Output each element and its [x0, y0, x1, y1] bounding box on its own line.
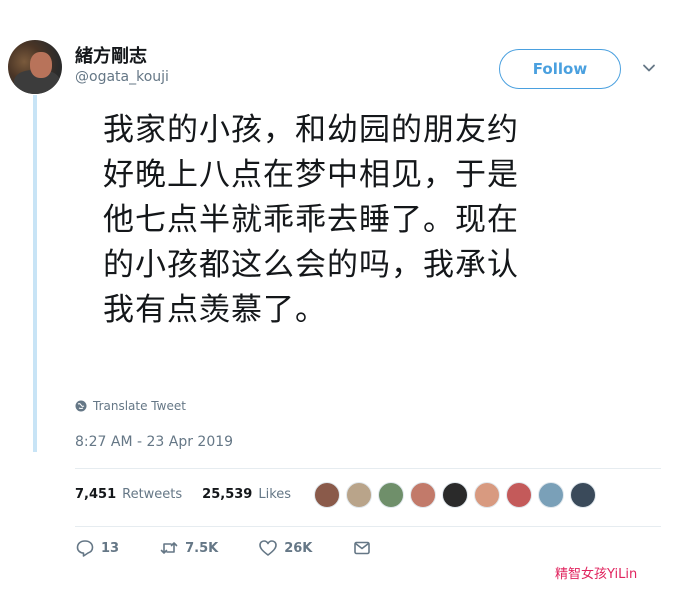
direct-message-button[interactable]: [352, 538, 372, 558]
thread-line: [33, 95, 37, 452]
tweet-text: 我家的小孩，和幼园的朋友约 好晚上八点在梦中相见，于是 他七点半就乖乖去睡了。现…: [103, 108, 593, 333]
retweet-count: 7.5K: [185, 540, 219, 556]
divider: [75, 526, 661, 527]
liker-avatar[interactable]: [378, 482, 404, 508]
tweet-line: 他七点半就乖乖去睡了。现在: [103, 202, 519, 238]
liker-avatar[interactable]: [538, 482, 564, 508]
liker-avatar[interactable]: [474, 482, 500, 508]
tweet-line: 好晚上八点在梦中相见，于是: [103, 157, 519, 193]
liker-avatar[interactable]: [442, 482, 468, 508]
likes-label[interactable]: Likes: [258, 487, 291, 502]
tweet-card: 緒方剛志 @ogata_kouji Follow 我家的小孩，和幼园的朋友约 好…: [0, 0, 690, 589]
like-button[interactable]: 26K: [258, 538, 312, 558]
tweet-line: 我有点羡慕了。: [103, 292, 327, 328]
reply-icon: [76, 540, 94, 557]
translate-label[interactable]: Translate Tweet: [93, 399, 186, 413]
retweet-icon: [160, 542, 178, 554]
heart-icon: [259, 540, 278, 556]
reply-button[interactable]: 13: [75, 538, 119, 558]
retweets-count[interactable]: 7,451: [75, 487, 116, 502]
globe-icon: [75, 400, 87, 412]
tweet-line: 的小孩都这么会的吗，我承认: [103, 247, 519, 283]
tweet-stats: 7,451 Retweets 25,539 Likes: [75, 487, 291, 502]
retweets-label[interactable]: Retweets: [122, 487, 182, 502]
liker-avatar[interactable]: [410, 482, 436, 508]
reply-count: 13: [101, 540, 120, 556]
user-handle[interactable]: @ogata_kouji: [75, 69, 169, 85]
envelope-icon: [354, 541, 371, 555]
watermark: 精智女孩YiLin: [555, 567, 638, 582]
liker-avatar[interactable]: [314, 482, 340, 508]
liker-avatar[interactable]: [506, 482, 532, 508]
likes-count[interactable]: 25,539: [202, 487, 252, 502]
follow-button[interactable]: Follow: [499, 49, 621, 89]
tweet-line: 我家的小孩，和幼园的朋友约: [103, 112, 519, 148]
tweet-actions: 13 7.5K 26K: [75, 538, 412, 558]
like-count: 26K: [284, 540, 313, 556]
avatar[interactable]: [8, 40, 62, 94]
chevron-down-icon[interactable]: [641, 60, 657, 76]
retweet-button[interactable]: 7.5K: [159, 538, 218, 558]
likers-avatars: [314, 482, 596, 508]
translate-tweet-link[interactable]: Translate Tweet: [75, 399, 186, 413]
display-name[interactable]: 緒方剛志: [75, 42, 147, 68]
divider: [75, 468, 661, 469]
liker-avatar[interactable]: [570, 482, 596, 508]
liker-avatar[interactable]: [346, 482, 372, 508]
timestamp[interactable]: 8:27 AM - 23 Apr 2019: [75, 434, 233, 450]
